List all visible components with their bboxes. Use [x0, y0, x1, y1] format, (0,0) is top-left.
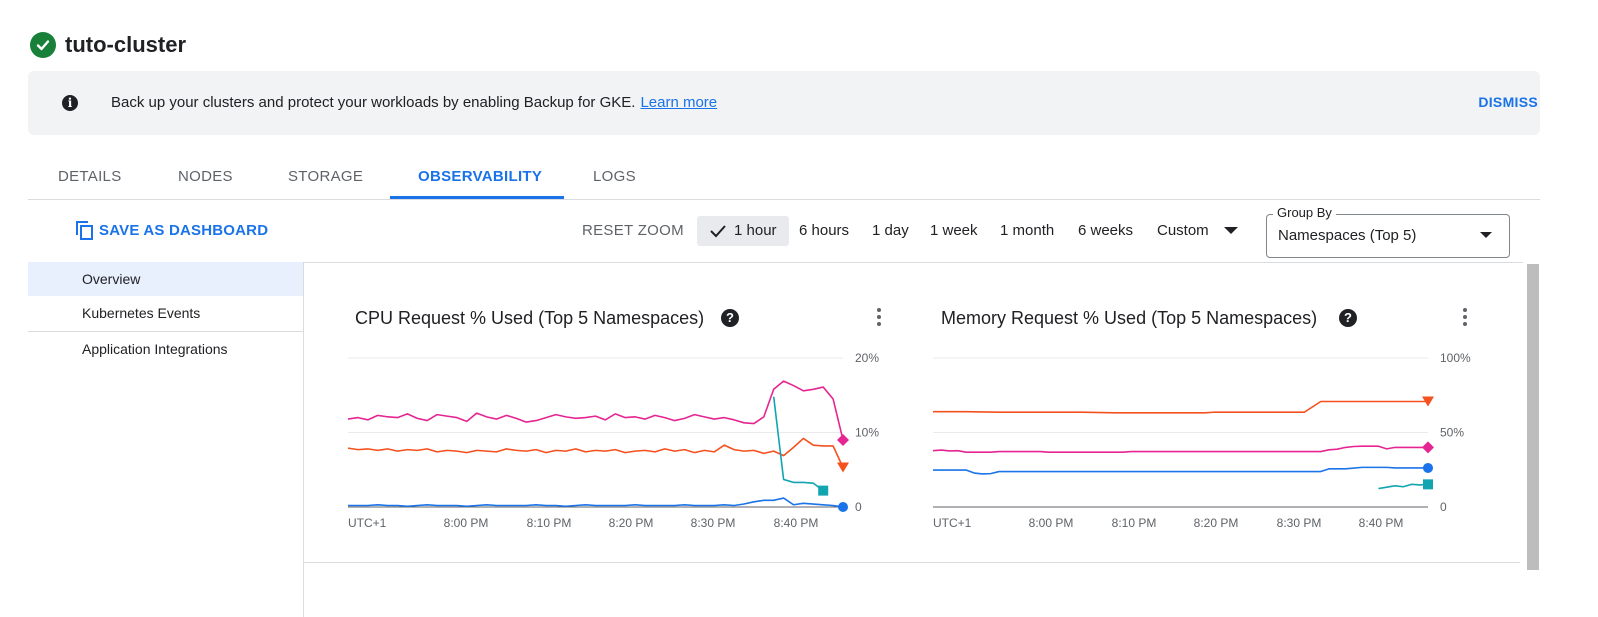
tab-details[interactable]: DETAILS — [58, 168, 122, 185]
range-6-hours[interactable]: 6 hours — [799, 222, 849, 239]
content-bottom-divider — [303, 562, 1520, 563]
dropdown-arrow-icon[interactable] — [1480, 232, 1492, 238]
circle-marker — [838, 502, 848, 512]
diamond-marker — [1422, 441, 1434, 454]
page-header: tuto-cluster — [30, 31, 186, 59]
scrollbar[interactable] — [1527, 264, 1539, 570]
range-6-weeks[interactable]: 6 weeks — [1078, 222, 1133, 239]
y-tick-label: 0 — [1440, 500, 1447, 514]
nav-application-integrations[interactable]: Application Integrations — [28, 331, 303, 366]
more-vert-icon[interactable] — [1463, 308, 1467, 329]
square-marker — [818, 485, 829, 496]
y-tick-label: 100% — [1440, 351, 1471, 365]
x-tick-label: UTC+1 — [933, 516, 972, 530]
x-tick-label: 8:40 PM — [774, 516, 819, 530]
group-by-value[interactable]: Namespaces (Top 5) — [1278, 227, 1416, 244]
more-vert-icon[interactable] — [877, 308, 881, 329]
series-line — [1378, 483, 1429, 490]
y-tick-label: 20% — [855, 351, 879, 365]
square-marker — [1423, 479, 1433, 490]
tab-observability[interactable]: OBSERVABILITY — [418, 168, 542, 185]
y-tick-label: 0 — [855, 500, 862, 514]
cpu-chart-title: CPU Request % Used (Top 5 Namespaces) — [355, 308, 705, 328]
x-tick-label: 8:20 PM — [1194, 516, 1239, 530]
tab-nodes[interactable]: NODES — [178, 168, 233, 185]
diamond-marker — [837, 433, 849, 446]
range-custom[interactable]: Custom — [1157, 222, 1209, 239]
active-tab-indicator — [390, 196, 564, 199]
banner-message: Back up your clusters and protect your w… — [111, 94, 717, 111]
x-tick-label: 8:40 PM — [1359, 516, 1404, 530]
save-as-dashboard-button[interactable]: SAVE AS DASHBOARD — [76, 221, 269, 240]
page-title: tuto-cluster — [65, 32, 186, 57]
help-icon[interactable]: ? — [1339, 309, 1357, 327]
x-tick-label: 8:10 PM — [527, 516, 572, 530]
circle-marker — [1423, 462, 1433, 473]
series-line — [347, 380, 844, 441]
nav-kubernetes-events[interactable]: Kubernetes Events — [28, 296, 303, 330]
help-icon[interactable]: ? — [721, 309, 739, 327]
x-tick-label: 8:30 PM — [691, 516, 736, 530]
x-tick-label: 8:00 PM — [444, 516, 489, 530]
tab-storage[interactable]: STORAGE — [288, 168, 363, 185]
nav-application-integrations-label: Application Integrations — [82, 341, 228, 357]
chevron-down-icon[interactable] — [1224, 227, 1238, 234]
range-1-month[interactable]: 1 month — [1000, 222, 1054, 239]
series-line — [347, 437, 844, 468]
x-tick-label: 8:30 PM — [1277, 516, 1322, 530]
save-as-dashboard-label: SAVE AS DASHBOARD — [99, 221, 269, 239]
tab-logs[interactable]: LOGS — [593, 168, 636, 185]
series-line — [933, 400, 1428, 414]
nav-kubernetes-events-label: Kubernetes Events — [82, 305, 201, 321]
triangle-marker — [837, 462, 849, 473]
check-icon — [710, 225, 726, 238]
y-tick-label: 50% — [1440, 426, 1464, 440]
banner-text: Back up your clusters and protect your w… — [111, 94, 636, 111]
x-tick-label: 8:10 PM — [1112, 516, 1157, 530]
cpu-request-chart: 20% 10% 0 UTC+1 8:00 PM 8:10 PM 8:20 PM 8:30 PM… — [347, 351, 879, 530]
group-by-label: Group By — [1273, 205, 1336, 220]
dismiss-button[interactable]: DISMISS — [1478, 94, 1538, 110]
range-1-day[interactable]: 1 day — [872, 222, 909, 239]
x-tick-label: 8:20 PM — [609, 516, 654, 530]
content-top-divider — [303, 262, 1523, 263]
x-tick-label: 8:00 PM — [1029, 516, 1074, 530]
series-line — [348, 497, 844, 508]
check-circle-icon — [30, 32, 56, 58]
range-1-hour[interactable]: 1 hour — [734, 222, 777, 239]
nav-overview[interactable]: Overview — [28, 262, 303, 296]
series-line — [932, 445, 1428, 453]
copy-icon — [76, 221, 93, 240]
reset-zoom-button[interactable]: RESET ZOOM — [582, 222, 684, 239]
range-1-week[interactable]: 1 week — [930, 222, 978, 239]
series-line — [933, 466, 1428, 475]
observability-sidenav: Overview Kubernetes Events Application I… — [28, 262, 304, 617]
nav-overview-label: Overview — [82, 271, 141, 287]
info-icon: i — [62, 95, 78, 111]
tab-bar: DETAILS NODES STORAGE OBSERVABILITY LOGS — [28, 157, 1540, 200]
y-tick-label: 10% — [855, 426, 879, 440]
memory-request-chart: 100% 50% 0 UTC+1 8:00 PM 8:10 PM 8:20 PM 8:30 P… — [932, 351, 1471, 530]
learn-more-link[interactable]: Learn more — [640, 94, 717, 111]
x-tick-label: UTC+1 — [348, 516, 387, 530]
memory-chart-title: Memory Request % Used (Top 5 Namespaces) — [941, 308, 1318, 328]
